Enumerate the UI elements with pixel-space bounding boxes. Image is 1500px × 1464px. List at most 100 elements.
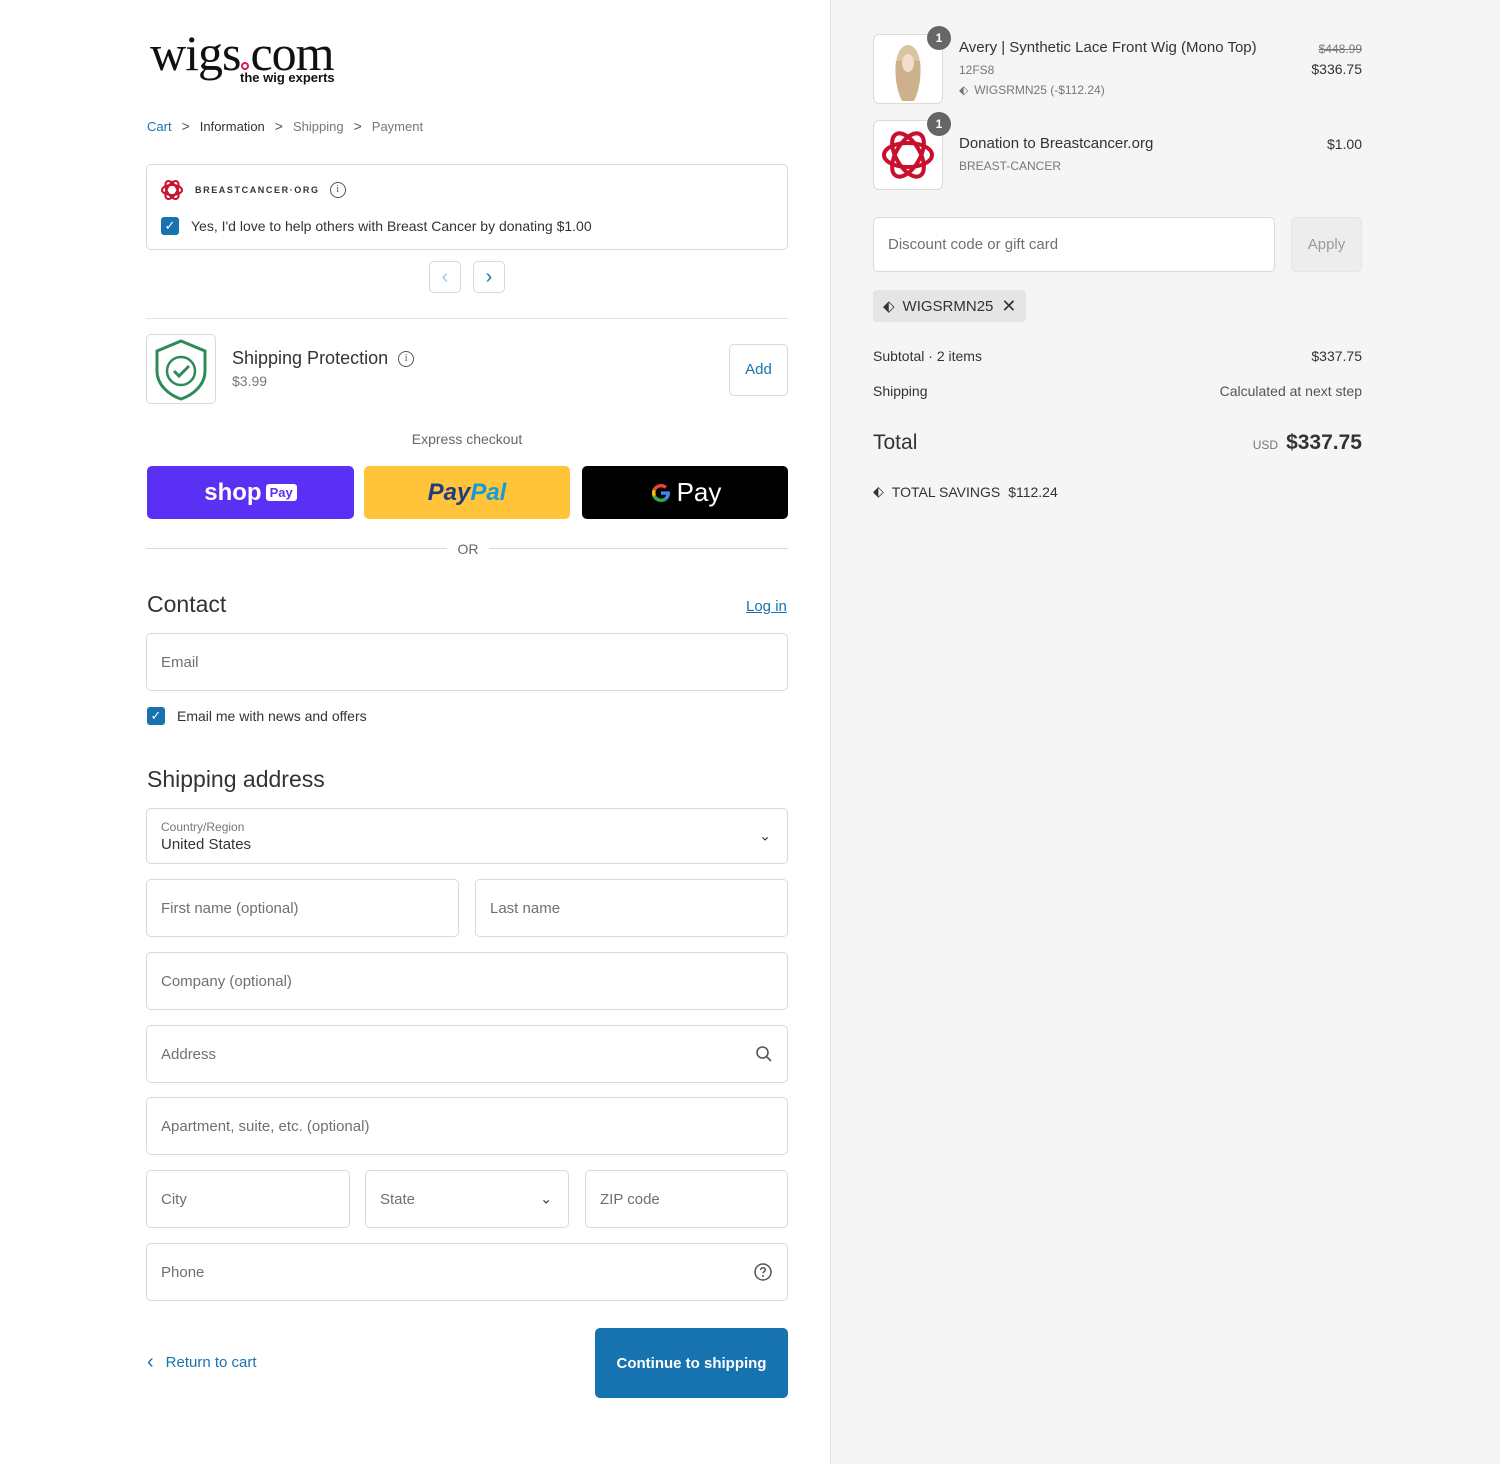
item-title: Donation to Breastcancer.org — [959, 135, 1154, 152]
item-discount-text: WIGSRMN25 (-$112.24) — [974, 83, 1105, 97]
return-to-cart-link[interactable]: ‹ Return to cart — [147, 1351, 257, 1374]
news-offers-checkbox-row[interactable]: ✓ Email me with news and offers — [147, 707, 367, 725]
total-savings-row: ⬖ TOTAL SAVINGS $112.24 — [873, 483, 1058, 500]
breastcancer-logo-icon — [161, 179, 183, 201]
total-label: Total — [873, 431, 918, 454]
country-value: United States — [161, 835, 252, 853]
item-variant: BREAST-CANCER — [959, 159, 1062, 173]
logo-dot — [241, 62, 250, 70]
shipping-value: Calculated at next step — [1219, 383, 1362, 399]
subtotal-label: Subtotal · 2 items — [873, 348, 982, 364]
country-label: Country/Region — [161, 819, 245, 834]
carousel-prev-button[interactable]: ‹ — [429, 261, 461, 293]
continue-to-shipping-button[interactable]: Continue to shipping — [595, 1328, 788, 1398]
item-original-price: $448.99 — [1318, 42, 1362, 56]
shop-pay-logo-text: shop — [204, 478, 262, 506]
address-field[interactable]: Address — [146, 1025, 788, 1083]
first-name-field[interactable]: First name (optional) — [146, 879, 459, 937]
breadcrumb-cart[interactable]: Cart — [147, 119, 172, 134]
discount-code-field[interactable]: Discount code or gift card — [873, 217, 1275, 272]
google-pay-button[interactable]: Pay — [582, 466, 788, 519]
item-title: Avery | Synthetic Lace Front Wig (Mono T… — [959, 39, 1257, 56]
total-savings-value: $112.24 — [1008, 483, 1058, 500]
breadcrumb-separator: > — [353, 118, 362, 134]
add-shipping-protection-button[interactable]: Add — [729, 344, 788, 396]
return-to-cart-label: Return to cart — [165, 1354, 257, 1371]
item-variant: 12FS8 — [959, 63, 995, 77]
item-price: $336.75 — [1311, 61, 1362, 77]
state-placeholder: State — [380, 1190, 416, 1208]
donation-checkbox-row[interactable]: ✓ Yes, I'd love to help others with Brea… — [161, 217, 592, 235]
company-field[interactable]: Company (optional) — [146, 952, 788, 1010]
tag-icon: ⬖ — [883, 298, 895, 315]
shop-pay-button[interactable]: shop Pay — [147, 466, 354, 519]
city-field[interactable]: City — [146, 1170, 350, 1228]
donation-checkbox-label: Yes, I'd love to help others with Breast… — [191, 218, 592, 234]
contact-heading: Contact — [147, 591, 227, 617]
close-icon[interactable]: ✕ — [1001, 296, 1016, 317]
shop-pay-tag: Pay — [265, 484, 297, 501]
donation-box: BREASTCANCER·ORG i ✓ Yes, I'd love to he… — [146, 164, 788, 250]
breadcrumb-separator: > — [274, 118, 283, 134]
checkout-main-panel: wigs com the wig experts Cart > Informati… — [0, 0, 830, 1464]
shipping-protection-title-row: Shipping Protection i — [232, 348, 415, 369]
or-divider-text: OR — [447, 541, 489, 557]
total-savings-label: TOTAL SAVINGS — [891, 483, 1001, 500]
shipping-address-heading: Shipping address — [147, 766, 325, 792]
info-icon[interactable]: i — [329, 182, 346, 198]
quantity-badge: 1 — [927, 26, 951, 50]
zip-code-field[interactable]: ZIP code — [585, 1170, 788, 1228]
shipping-label: Shipping — [873, 383, 928, 399]
state-select[interactable]: State ⌄ — [365, 1170, 569, 1228]
donation-brand-text: BREASTCANCER·ORG — [195, 185, 320, 195]
currency-code: USD — [1252, 438, 1279, 452]
total-value: $337.75 — [1286, 431, 1362, 454]
shield-check-icon — [155, 339, 207, 401]
carousel-next-button[interactable]: › — [473, 261, 505, 293]
subtotal-value: $337.75 — [1311, 348, 1362, 364]
breadcrumb-separator: > — [181, 118, 190, 134]
breadcrumb-shipping: Shipping — [292, 118, 344, 134]
log-in-link[interactable]: Log in — [746, 598, 787, 615]
apartment-field[interactable]: Apartment, suite, etc. (optional) — [146, 1097, 788, 1155]
applied-code-text: WIGSRMN25 — [902, 297, 994, 315]
tag-icon: ⬖ — [873, 483, 884, 499]
email-field[interactable]: Email — [146, 633, 788, 691]
news-offers-checkbox[interactable]: ✓ — [147, 707, 165, 725]
shipping-protection-price: $3.99 — [232, 373, 268, 389]
logo-text-main: wigs — [150, 25, 241, 81]
last-name-field[interactable]: Last name — [475, 879, 788, 937]
address-placeholder: Address — [161, 1045, 217, 1063]
total-amount-row: USD $337.75 — [1200, 431, 1362, 455]
shipping-protection-title: Shipping Protection — [232, 348, 389, 368]
shipping-protection-thumb — [146, 334, 216, 404]
google-pay-text: Pay — [676, 477, 722, 507]
phone-field[interactable]: Phone — [146, 1243, 788, 1301]
help-icon[interactable] — [753, 1262, 773, 1282]
applied-discount-chip: ⬖ WIGSRMN25 ✕ — [873, 290, 1027, 322]
paypal-logo-part-2: Pal — [470, 478, 507, 506]
item-discount: ⬖ WIGSRMN25 (-$112.24) — [959, 83, 1105, 97]
chevron-left-icon: ‹ — [147, 1351, 154, 1373]
express-checkout-label: Express checkout — [411, 431, 523, 447]
paypal-button[interactable]: Pay Pal — [364, 466, 570, 519]
donation-checkbox[interactable]: ✓ — [161, 217, 179, 235]
paypal-logo-part-1: Pay — [427, 478, 471, 506]
breadcrumb: Cart > Information > Shipping > Payment — [147, 118, 423, 134]
wigs-com-logo[interactable]: wigs com the wig experts — [150, 28, 350, 88]
quantity-badge: 1 — [927, 112, 951, 136]
breadcrumb-information: Information — [199, 118, 265, 134]
apply-button[interactable]: Apply — [1291, 217, 1362, 272]
phone-placeholder: Phone — [161, 1263, 205, 1281]
news-offers-label: Email me with news and offers — [177, 708, 367, 724]
google-g-icon — [651, 483, 670, 502]
donation-brand-row: BREASTCANCER·ORG i — [159, 177, 346, 203]
country-select[interactable]: Country/Region United States ⌄ — [146, 808, 788, 864]
tag-icon: ⬖ — [959, 83, 969, 97]
divider — [146, 318, 788, 319]
search-icon[interactable] — [755, 1045, 773, 1063]
info-icon[interactable]: i — [398, 350, 415, 367]
chevron-down-icon: ⌄ — [759, 827, 771, 844]
logo-tagline: the wig experts — [240, 70, 335, 85]
chevron-down-icon: ⌄ — [540, 1190, 552, 1207]
